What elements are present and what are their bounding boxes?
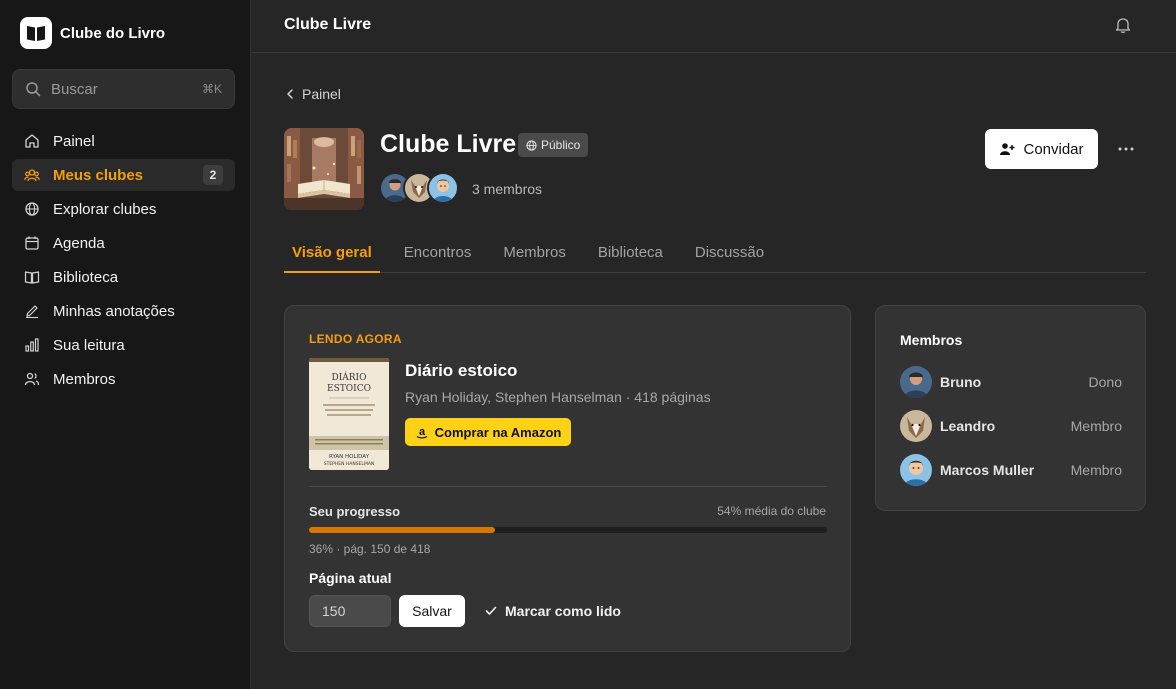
tab-membros[interactable]: Membros bbox=[495, 232, 574, 273]
home-icon bbox=[24, 133, 40, 149]
sidebar-item-label: Biblioteca bbox=[53, 268, 119, 286]
buy-on-amazon-button[interactable]: a Comprar na Amazon bbox=[405, 418, 571, 446]
cover-author-2: STEPHEN HANSELMAN bbox=[324, 461, 375, 467]
sidebar-item-agenda[interactable]: Agenda bbox=[12, 227, 235, 259]
sidebar-item-label: Sua leitura bbox=[53, 336, 125, 354]
search-placeholder: Buscar bbox=[51, 80, 98, 98]
back-link[interactable]: Painel bbox=[286, 86, 341, 102]
member-role: Membro bbox=[1070, 418, 1122, 434]
cover-title-line-1: DIÁRIO bbox=[332, 371, 367, 383]
amazon-icon: a bbox=[416, 426, 428, 439]
save-button[interactable]: Salvar bbox=[399, 595, 465, 627]
mark-as-read-label: Marcar como lido bbox=[505, 603, 621, 619]
book-open-icon bbox=[24, 269, 40, 285]
tab-biblioteca[interactable]: Biblioteca bbox=[590, 232, 671, 273]
check-icon bbox=[485, 606, 497, 615]
sidebar-item-minhas-anotacoes[interactable]: Minhas anotações bbox=[12, 295, 235, 327]
sidebar-nav: Painel Meus clubes 2 Explorar clubes Age… bbox=[12, 125, 235, 397]
sidebar-item-label: Membros bbox=[53, 370, 116, 388]
sidebar: Clube do Livro Buscar ⌘K Painel Meus clu… bbox=[0, 0, 251, 689]
chevron-left-icon bbox=[287, 89, 293, 99]
sidebar-item-label: Painel bbox=[53, 132, 95, 150]
bar-chart-icon bbox=[24, 337, 40, 353]
club-tabs: Visão geral Encontros Membros Biblioteca… bbox=[284, 232, 1146, 273]
club-average-progress: 54% média do clube bbox=[717, 504, 826, 518]
club-title: Clube Livre bbox=[380, 130, 517, 158]
bell-icon[interactable] bbox=[1114, 16, 1132, 34]
avatar bbox=[900, 366, 932, 398]
club-cover-image bbox=[284, 128, 364, 210]
progress-detail: 36% · pág. 150 de 418 bbox=[309, 542, 431, 556]
invite-button-label: Convidar bbox=[1023, 140, 1084, 158]
member-row[interactable]: Marcos Muller Membro bbox=[900, 454, 1122, 486]
member-name: Marcos Muller bbox=[940, 462, 1035, 478]
members-card: Membros Bruno Dono Leandro Membro Marcos… bbox=[875, 305, 1146, 511]
member-role: Membro bbox=[1070, 462, 1122, 478]
sidebar-item-explorar-clubes[interactable]: Explorar clubes bbox=[12, 193, 235, 225]
current-page-input[interactable] bbox=[309, 595, 391, 627]
divider bbox=[309, 486, 827, 487]
book-meta: Ryan Holiday, Stephen Hanselman · 418 pá… bbox=[405, 389, 711, 405]
member-row[interactable]: Leandro Membro bbox=[900, 410, 1122, 442]
member-role: Dono bbox=[1088, 374, 1122, 390]
search-icon bbox=[26, 82, 41, 97]
app-name: Clube do Livro bbox=[60, 24, 165, 42]
cover-author-1: RYAN HOLIDAY bbox=[329, 454, 370, 460]
visibility-badge: Público bbox=[518, 133, 589, 157]
avatar bbox=[900, 454, 932, 486]
member-name: Leandro bbox=[940, 418, 996, 434]
member-row[interactable]: Bruno Dono bbox=[900, 366, 1122, 398]
member-name: Bruno bbox=[940, 374, 982, 390]
topbar: Clube Livre bbox=[252, 0, 1176, 53]
cover-title-line-2: ESTOICO bbox=[327, 384, 371, 394]
avatar bbox=[427, 172, 459, 204]
user-plus-icon bbox=[1000, 143, 1015, 155]
mark-as-read-button[interactable]: Marcar como lido bbox=[485, 603, 621, 619]
sidebar-item-membros[interactable]: Membros bbox=[12, 363, 235, 395]
avatar bbox=[900, 410, 932, 442]
sidebar-item-label: Minhas anotações bbox=[53, 302, 175, 320]
users-icon bbox=[24, 167, 40, 183]
pencil-icon bbox=[24, 303, 40, 319]
sidebar-item-label: Agenda bbox=[53, 234, 105, 252]
invite-button[interactable]: Convidar bbox=[985, 129, 1098, 169]
clubs-count-badge: 2 bbox=[203, 165, 223, 185]
people-icon bbox=[24, 371, 40, 387]
sidebar-item-biblioteca[interactable]: Biblioteca bbox=[12, 261, 235, 293]
more-horizontal-icon bbox=[1118, 147, 1134, 151]
globe-icon bbox=[526, 139, 537, 151]
progress-bar bbox=[309, 527, 827, 533]
sidebar-item-meus-clubes[interactable]: Meus clubes 2 bbox=[12, 159, 235, 191]
globe-icon bbox=[24, 201, 40, 217]
visibility-label: Público bbox=[541, 138, 581, 152]
brand[interactable]: Clube do Livro bbox=[20, 17, 165, 49]
topbar-title: Clube Livre bbox=[284, 16, 372, 33]
search-input[interactable]: Buscar ⌘K bbox=[12, 69, 235, 109]
progress-label: Seu progresso bbox=[309, 504, 401, 519]
more-options-button[interactable] bbox=[1112, 138, 1140, 160]
book-cover-image[interactable]: DIÁRIO ESTOICO RYAN HOLIDAY STEPHEN HANS… bbox=[309, 358, 389, 470]
tab-discussao[interactable]: Discussão bbox=[687, 232, 772, 273]
buy-on-amazon-label: Comprar na Amazon bbox=[434, 424, 562, 440]
members-card-title: Membros bbox=[900, 332, 963, 348]
tab-visao-geral[interactable]: Visão geral bbox=[284, 232, 380, 273]
member-count: 3 membros bbox=[472, 181, 543, 197]
progress-bar-fill bbox=[309, 527, 496, 533]
sidebar-item-label: Meus clubes bbox=[53, 166, 144, 184]
book-title: Diário estoico bbox=[405, 361, 518, 380]
calendar-icon bbox=[24, 235, 40, 251]
search-shortcut: ⌘K bbox=[201, 82, 222, 96]
tab-encontros[interactable]: Encontros bbox=[396, 232, 480, 273]
sidebar-item-painel[interactable]: Painel bbox=[12, 125, 235, 157]
back-link-label: Painel bbox=[302, 86, 341, 102]
current-reading-card: LENDO AGORA DIÁRIO ESTOICO RYAN HOLIDAY … bbox=[284, 305, 851, 652]
svg-text:a: a bbox=[419, 426, 426, 438]
sidebar-item-sua-leitura[interactable]: Sua leitura bbox=[12, 329, 235, 361]
member-avatars[interactable] bbox=[379, 172, 459, 204]
sidebar-item-label: Explorar clubes bbox=[53, 200, 157, 218]
book-logo-icon bbox=[20, 17, 52, 49]
reading-now-label: LENDO AGORA bbox=[309, 332, 402, 346]
current-page-label: Página atual bbox=[309, 570, 392, 586]
